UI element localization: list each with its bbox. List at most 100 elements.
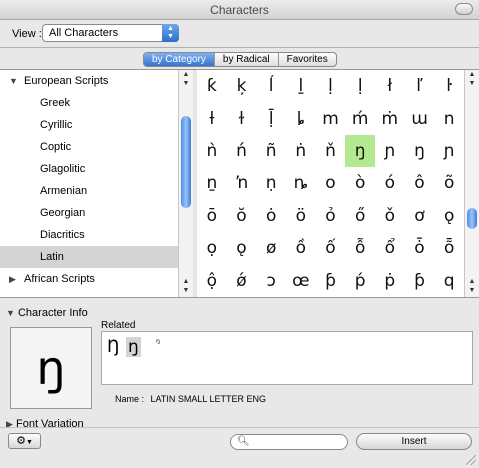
toolbar-toggle-button[interactable]: [455, 3, 473, 15]
character-cell[interactable]: ő: [345, 200, 375, 232]
character-cell[interactable]: ƥ: [405, 265, 435, 297]
disclosure-open-icon[interactable]: ▼: [9, 70, 18, 92]
scroll-down-icon[interactable]: ▼: [179, 286, 193, 295]
character-cell[interactable]: ơ: [405, 200, 435, 232]
character-cell[interactable]: ǒ: [375, 200, 405, 232]
search-field[interactable]: 🔍︎: [230, 434, 348, 450]
character-cell[interactable]: ǹ: [197, 135, 227, 167]
sidebar-item-glagolitic[interactable]: Glagolitic: [0, 158, 178, 180]
related-item[interactable]: ŋ: [126, 337, 141, 357]
scroll-down-icon[interactable]: ▼: [465, 79, 479, 88]
character-cell[interactable]: ṉ: [197, 167, 227, 199]
view-select[interactable]: All Characters ▲ ▼: [42, 24, 179, 42]
character-cell[interactable]: ƙ: [197, 70, 227, 102]
character-cell[interactable]: ñ: [256, 135, 286, 167]
character-cell[interactable]: ṕ: [345, 265, 375, 297]
sidebar-scrollbar[interactable]: ▲ ▼ ▲ ▼: [178, 70, 193, 297]
character-cell[interactable]: ȴ: [286, 102, 316, 134]
character-cell[interactable]: ȭ: [434, 232, 464, 264]
character-cell[interactable]: ň: [316, 135, 346, 167]
character-cell[interactable]: ȯ: [256, 200, 286, 232]
character-cell[interactable]: ò: [345, 167, 375, 199]
disclosure-closed-icon[interactable]: ▶: [9, 268, 16, 290]
sidebar-item-armenian[interactable]: Armenian: [0, 180, 178, 202]
character-cell[interactable]: ɲ: [375, 135, 405, 167]
character-cell[interactable]: ȵ: [286, 167, 316, 199]
character-cell[interactable]: ɲ: [434, 135, 464, 167]
character-cell[interactable]: ö: [286, 200, 316, 232]
font-variation-header[interactable]: ▶ Font Variation: [6, 418, 84, 430]
character-cell[interactable]: ồ: [286, 232, 316, 264]
sidebar-item-european-scripts[interactable]: ▼ European Scripts: [0, 70, 178, 92]
character-cell[interactable]: ỏ: [316, 200, 346, 232]
character-cell[interactable]: ŋ: [345, 134, 375, 168]
character-cell[interactable]: n: [434, 102, 464, 134]
scroll-down-icon[interactable]: ▼: [465, 286, 479, 295]
character-cell[interactable]: ổ: [375, 232, 405, 264]
sidebar-item-cyrillic[interactable]: Cyrillic: [0, 114, 178, 136]
character-cell[interactable]: ǿ: [227, 265, 257, 297]
character-cell[interactable]: ô: [405, 167, 435, 199]
scroll-up-icon[interactable]: ▲: [179, 70, 193, 79]
character-cell[interactable]: ľ: [405, 70, 435, 102]
grid-scrollbar[interactable]: ▲ ▼ ▲ ▼: [464, 70, 479, 297]
character-cell[interactable]: ộ: [197, 265, 227, 297]
character-cell[interactable]: ṇ: [256, 167, 286, 199]
sidebar-item-diacritics[interactable]: Diacritics: [0, 224, 178, 246]
grid-scroll-thumb[interactable]: [467, 208, 477, 229]
character-cell[interactable]: ṗ: [375, 265, 405, 297]
character-cell[interactable]: ɔ: [256, 265, 286, 297]
scroll-up-icon[interactable]: ▲: [465, 277, 479, 286]
character-cell[interactable]: ḷ: [316, 70, 346, 102]
character-cell[interactable]: m: [316, 102, 346, 134]
sidebar-item-georgian[interactable]: Georgian: [0, 202, 178, 224]
character-cell[interactable]: ọ: [197, 232, 227, 264]
tab-favorites[interactable]: Favorites: [279, 53, 336, 66]
related-item[interactable]: Ŋ: [105, 337, 122, 357]
character-cell[interactable]: ỗ: [345, 232, 375, 264]
tab-by-radical[interactable]: by Radical: [215, 53, 279, 66]
character-cell[interactable]: ƚ: [197, 102, 227, 134]
character-cell[interactable]: ŏ: [227, 200, 257, 232]
character-cell[interactable]: œ: [286, 265, 316, 297]
sidebar-scroll-thumb[interactable]: [181, 116, 191, 208]
character-cell[interactable]: ṁ: [375, 102, 405, 134]
tab-by-category[interactable]: by Category: [144, 53, 215, 66]
character-cell[interactable]: ŋ: [405, 135, 435, 167]
action-menu-button[interactable]: ⚙▼: [8, 433, 41, 449]
character-cell[interactable]: ó: [375, 167, 405, 199]
character-cell[interactable]: ł: [375, 70, 405, 102]
character-cell[interactable]: ɯ: [405, 102, 435, 134]
disclosure-open-icon[interactable]: ▼: [6, 308, 15, 318]
scroll-up-icon[interactable]: ▲: [465, 70, 479, 79]
character-cell[interactable]: ḻ: [286, 70, 316, 102]
character-cell[interactable]: ĺ: [256, 70, 286, 102]
character-cell[interactable]: ŉ: [227, 167, 257, 199]
character-cell[interactable]: ḹ: [256, 102, 286, 134]
character-cell[interactable]: ń: [227, 135, 257, 167]
sidebar-item-greek[interactable]: Greek: [0, 92, 178, 114]
sidebar-item-african-scripts[interactable]: ▶ African Scripts: [0, 268, 178, 290]
character-info-header[interactable]: ▼ Character Info: [6, 307, 88, 319]
character-cell[interactable]: q: [434, 265, 464, 297]
character-cell[interactable]: ɫ: [227, 102, 257, 134]
character-cell[interactable]: ŀ: [434, 70, 464, 102]
character-cell[interactable]: ǫ: [227, 232, 257, 264]
sidebar-item-latin[interactable]: Latin: [0, 246, 178, 268]
sidebar-item-coptic[interactable]: Coptic: [0, 136, 178, 158]
scroll-down-icon[interactable]: ▼: [179, 79, 193, 88]
character-cell[interactable]: õ: [434, 167, 464, 199]
scroll-up-icon[interactable]: ▲: [179, 277, 193, 286]
character-cell[interactable]: ƥ: [316, 265, 346, 297]
character-cell[interactable]: ṅ: [286, 135, 316, 167]
character-cell[interactable]: ǫ: [434, 200, 464, 232]
character-cell[interactable]: ố: [316, 232, 346, 264]
character-cell[interactable]: ḷ: [345, 70, 375, 102]
related-item[interactable]: ᵑ: [154, 334, 162, 354]
character-cell[interactable]: ø: [256, 232, 286, 264]
character-cell[interactable]: ō: [197, 200, 227, 232]
character-cell[interactable]: ḿ: [345, 102, 375, 134]
character-cell[interactable]: o: [316, 167, 346, 199]
insert-button[interactable]: Insert: [356, 433, 472, 450]
character-cell[interactable]: ȱ: [405, 232, 435, 264]
